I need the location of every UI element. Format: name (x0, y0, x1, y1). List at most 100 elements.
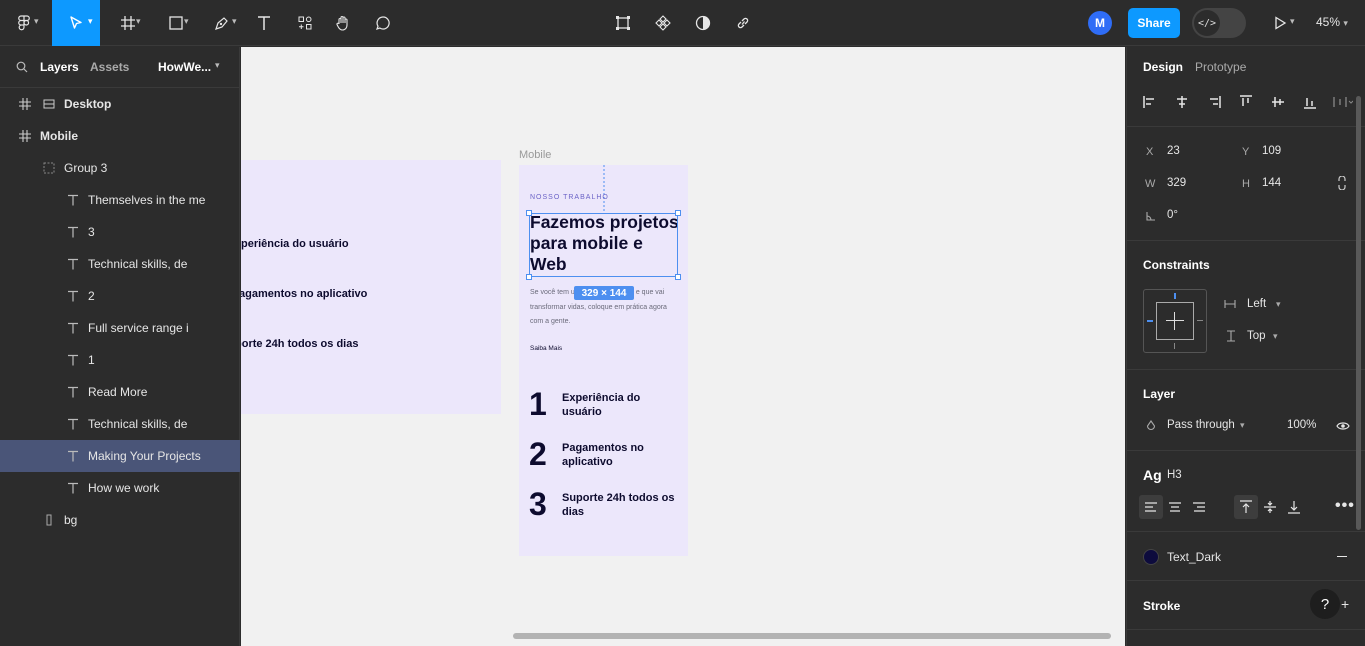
constrain-proportions-icon[interactable] (1337, 176, 1347, 190)
chevron-down-icon[interactable]: ▾ (1240, 420, 1245, 431)
fill-color-swatch[interactable] (1143, 549, 1159, 565)
tab-design[interactable]: Design (1143, 60, 1183, 74)
layer-row[interactable]: 1 (0, 344, 240, 376)
constraints-cross (1174, 312, 1175, 330)
properties-panel: Design Prototype X 23 Y 109 W 329 H 144 (1126, 47, 1365, 646)
layer-label: bg (64, 513, 78, 527)
vertical-align-bottom-icon[interactable] (1287, 500, 1301, 514)
y-input[interactable]: 109 (1262, 145, 1281, 157)
alignment-toolbar (1143, 95, 1353, 109)
text-tool-icon[interactable] (250, 0, 278, 46)
rotation-input[interactable]: 0° (1167, 209, 1178, 221)
chevron-down-icon: ▾ (88, 16, 93, 26)
h-input[interactable]: 144 (1262, 177, 1281, 189)
frame-label-mobile[interactable]: Mobile (519, 149, 551, 161)
play-button[interactable]: ▾ (1262, 0, 1298, 46)
dev-mode-toggle[interactable]: </> (1192, 8, 1246, 38)
pen-tool-button[interactable]: ▾ (204, 0, 240, 46)
horizontal-constraint-select[interactable]: Left (1247, 298, 1266, 310)
layer-row[interactable]: 2 (0, 280, 240, 312)
align-bottom-icon[interactable] (1303, 95, 1317, 109)
properties-scrollbar[interactable] (1356, 96, 1361, 530)
vertical-constraint-select[interactable]: Top (1247, 330, 1266, 342)
layer-row[interactable]: Read More (0, 376, 240, 408)
zoom-dropdown[interactable]: 45% ▾ (1316, 15, 1348, 29)
constraint-bottom-handle[interactable] (1174, 343, 1175, 349)
layer-row[interactable]: Themselves in the me (0, 184, 240, 216)
chevron-down-icon[interactable]: ▾ (1276, 299, 1281, 310)
resize-handle[interactable] (526, 210, 532, 216)
search-icon[interactable] (16, 60, 28, 78)
align-center-horizontal-icon[interactable] (1175, 95, 1189, 109)
vertical-align-middle-icon[interactable] (1263, 500, 1277, 514)
layer-row[interactable]: 3 (0, 216, 240, 248)
hand-tool-icon[interactable] (329, 0, 357, 46)
constraint-right-handle[interactable] (1197, 320, 1203, 321)
vertical-align-top-button[interactable] (1234, 495, 1258, 519)
frame-tool-button[interactable]: ▾ (110, 0, 146, 46)
chevron-down-icon[interactable]: ▾ (215, 60, 220, 71)
selection-box[interactable] (526, 210, 681, 280)
text-align-center-icon[interactable] (1168, 501, 1182, 513)
layer-row[interactable]: Technical skills, de (0, 248, 240, 280)
align-center-vertical-icon[interactable] (1271, 95, 1285, 109)
layer-row[interactable]: Mobile (0, 120, 240, 152)
resize-handle[interactable] (675, 210, 681, 216)
component-icon[interactable] (649, 0, 677, 46)
text-align-right-icon[interactable] (1192, 501, 1206, 513)
tab-prototype[interactable]: Prototype (1195, 60, 1246, 74)
layer-row[interactable]: Group 3 (0, 152, 240, 184)
text-style-name[interactable]: H3 (1167, 469, 1182, 481)
page-selector[interactable]: HowWe... (158, 60, 211, 74)
move-tool-button[interactable]: ▾ (52, 0, 100, 46)
constraint-left-handle[interactable] (1147, 320, 1153, 322)
layer-row[interactable]: bg (0, 504, 240, 536)
w-input[interactable]: 329 (1167, 177, 1186, 189)
blend-mode-select[interactable]: Pass through (1167, 419, 1235, 431)
share-button[interactable]: Share (1128, 8, 1180, 38)
chevron-down-icon[interactable]: ▾ (1273, 331, 1278, 342)
add-stroke-icon[interactable]: + (1341, 596, 1349, 612)
comment-tool-icon[interactable] (369, 0, 397, 46)
layer-label: Group 3 (64, 161, 108, 175)
align-right-icon[interactable] (1207, 95, 1221, 109)
x-input[interactable]: 23 (1167, 145, 1180, 157)
layer-label: Technical skills, de (88, 417, 188, 431)
layer-row[interactable]: Making Your Projects (0, 440, 240, 472)
tab-assets[interactable]: Assets (90, 60, 129, 74)
visibility-eye-icon[interactable] (1336, 421, 1350, 431)
desktop-frame[interactable]: periência do usuário agamentos no aplica… (241, 160, 501, 414)
link-icon[interactable] (729, 0, 757, 46)
canvas[interactable]: periência do usuário agamentos no aplica… (241, 47, 1125, 646)
more-options-icon[interactable]: ••• (1335, 497, 1355, 515)
resize-handle[interactable] (675, 274, 681, 280)
resize-handle[interactable] (526, 274, 532, 280)
resources-icon[interactable] (291, 0, 319, 46)
tab-layers[interactable]: Layers (40, 60, 79, 74)
horizontal-scrollbar[interactable] (513, 633, 1111, 639)
mobile-frame[interactable]: NOSSO TRABALHO Fazemos projetos para mob… (519, 165, 688, 556)
remove-fill-icon[interactable] (1337, 556, 1347, 557)
constraint-top-handle[interactable] (1174, 293, 1176, 299)
opacity-input[interactable]: 100% (1287, 419, 1316, 431)
avatar[interactable]: M (1088, 11, 1112, 35)
layer-row[interactable]: Desktop (0, 88, 240, 120)
shape-tool-button[interactable]: ▾ (158, 0, 194, 46)
help-button[interactable]: ? (1310, 589, 1340, 619)
figma-menu-icon[interactable]: ▾ (6, 0, 42, 46)
crop-icon[interactable] (609, 0, 637, 46)
layer-row[interactable]: Full service range i (0, 312, 240, 344)
distribute-icon[interactable] (1333, 95, 1353, 109)
blend-mode-icon (1146, 420, 1156, 431)
constraints-widget[interactable] (1143, 289, 1207, 353)
layer-row[interactable]: Technical skills, de (0, 408, 240, 440)
text-icon (66, 386, 80, 401)
constraints-title: Constraints (1143, 258, 1210, 272)
layer-row[interactable]: How we work (0, 472, 240, 504)
align-top-icon[interactable] (1239, 95, 1253, 109)
fill-style-name[interactable]: Text_Dark (1167, 550, 1221, 564)
desktop-step-text: agamentos no aplicativo (241, 288, 368, 300)
mask-icon[interactable] (689, 0, 717, 46)
align-text-left-button[interactable] (1139, 495, 1163, 519)
align-left-icon[interactable] (1143, 95, 1157, 109)
